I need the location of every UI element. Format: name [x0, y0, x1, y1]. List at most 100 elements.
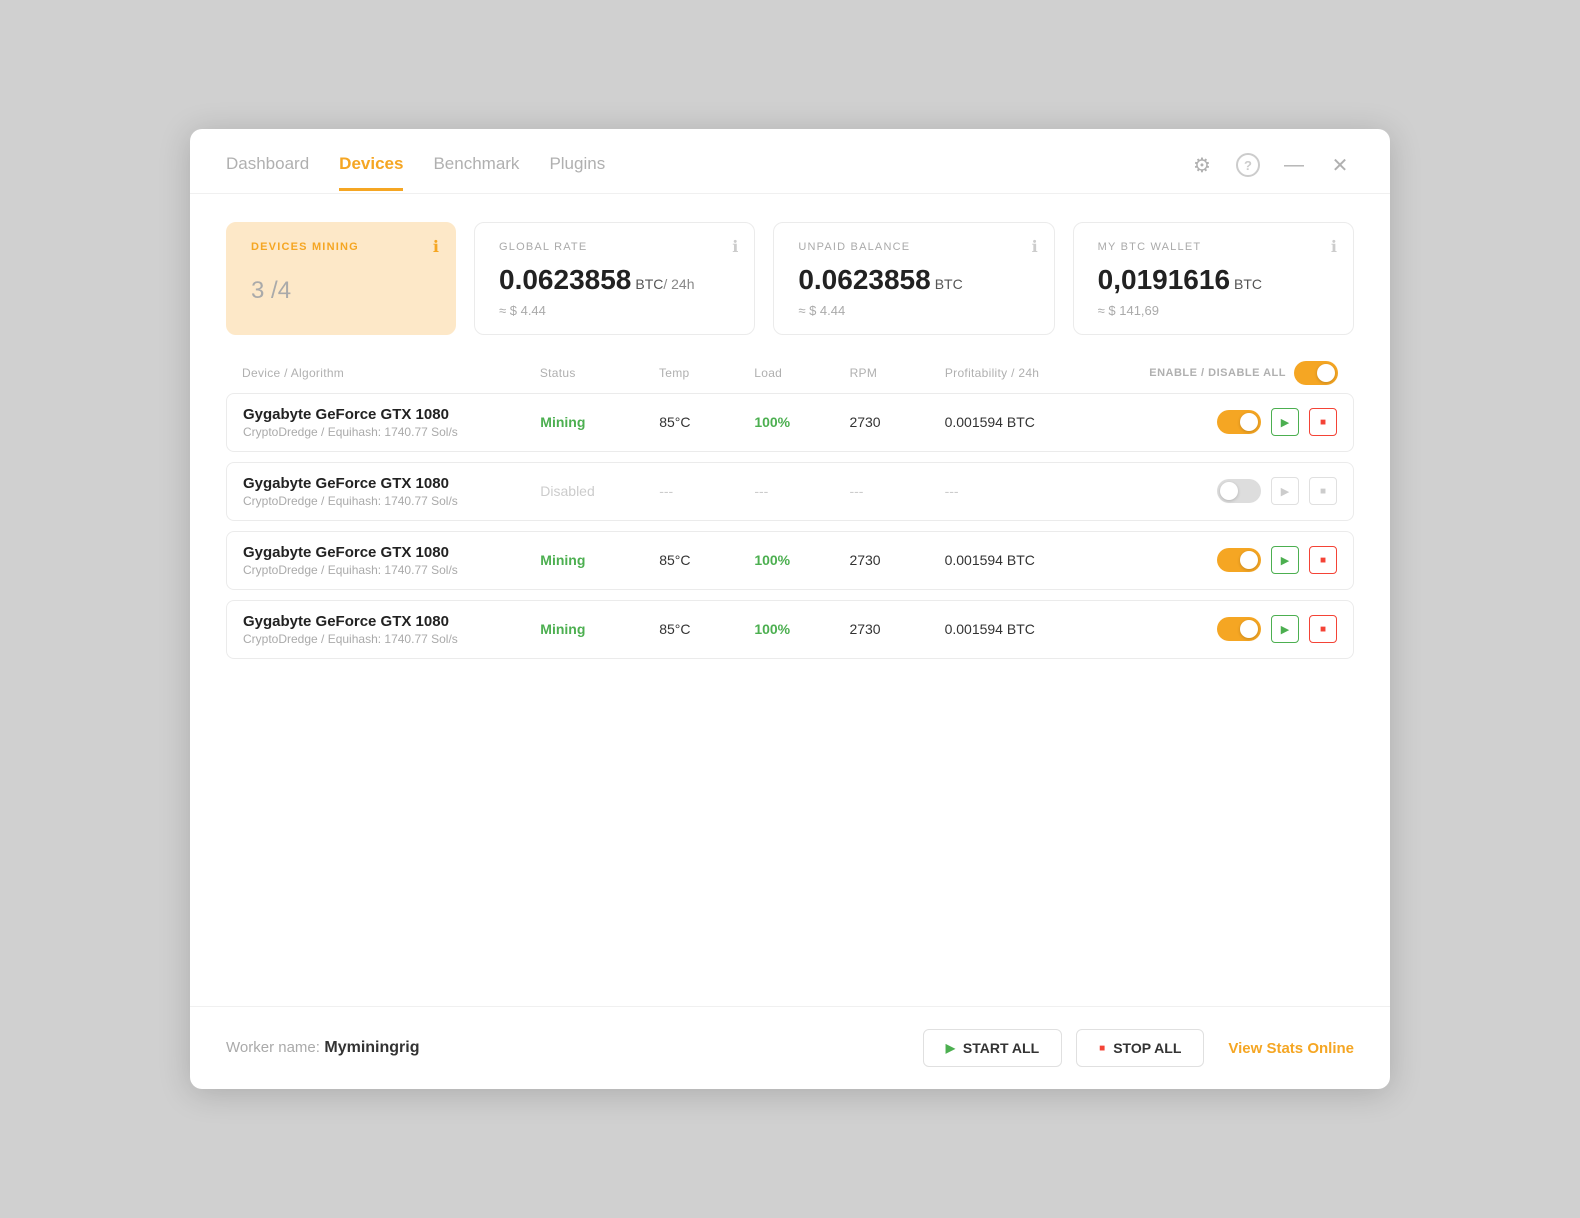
help-button[interactable]: ? — [1234, 151, 1262, 179]
stop-all-label: STOP ALL — [1113, 1040, 1181, 1056]
unpaid-balance-card: ℹ UNPAID BALANCE 0.0623858 BTC ≈ $ 4.44 — [773, 222, 1054, 335]
nav-bar: Dashboard Devices Benchmark Plugins ⚙ ? … — [190, 129, 1390, 194]
start-all-play-icon: ▶ — [946, 1041, 955, 1055]
minimize-icon: — — [1284, 154, 1304, 177]
device-algo-1: CryptoDredge / Equihash: 1740.77 Sol/s — [243, 425, 540, 439]
device-load-2: --- — [754, 483, 849, 499]
minimize-button[interactable]: — — [1280, 151, 1308, 179]
device-toggle-1[interactable] — [1217, 410, 1261, 434]
device-load-4: 100% — [754, 621, 849, 637]
view-stats-button[interactable]: View Stats Online — [1228, 1040, 1354, 1057]
device-rpm-4: 2730 — [849, 621, 944, 637]
tab-benchmark[interactable]: Benchmark — [433, 154, 519, 191]
btc-wallet-card: ℹ MY BTC WALLET 0,0191616BTC ≈ $ 141,69 — [1073, 222, 1354, 335]
btc-wallet-info-icon[interactable]: ℹ — [1331, 237, 1337, 257]
tab-devices[interactable]: Devices — [339, 154, 403, 191]
enable-all-label: ENABLE / DISABLE ALL — [1149, 367, 1286, 379]
unpaid-balance-info-icon[interactable]: ℹ — [1032, 237, 1038, 257]
device-controls-4: ▶ ■ — [1123, 615, 1337, 643]
device-algo-2: CryptoDredge / Equihash: 1740.77 Sol/s — [243, 494, 540, 508]
device-status-3: Mining — [540, 552, 659, 568]
device-toggle-4[interactable] — [1217, 617, 1261, 641]
table-row: Gygabyte GeForce GTX 1080 CryptoDredge /… — [226, 393, 1354, 452]
devices-mining-value: 3 /4 — [251, 263, 431, 305]
footer: Worker name: Myminingrig ▶ START ALL ■ S… — [190, 1006, 1390, 1089]
btc-wallet-value: 0,0191616BTC — [1098, 263, 1329, 297]
toggle-knob-3 — [1240, 551, 1258, 569]
stop-button-4[interactable]: ■ — [1309, 615, 1337, 643]
table-row: Gygabyte GeForce GTX 1080 CryptoDredge /… — [226, 531, 1354, 590]
global-rate-label: GLOBAL RATE — [499, 241, 730, 253]
device-algo-3: CryptoDredge / Equihash: 1740.77 Sol/s — [243, 563, 540, 577]
device-profit-4: 0.001594 BTC — [945, 621, 1123, 637]
worker-name: Myminingrig — [324, 1039, 419, 1056]
global-rate-sub: ≈ $ 4.44 — [499, 303, 730, 318]
view-stats-label: View Stats Online — [1228, 1040, 1354, 1057]
btc-wallet-sub: ≈ $ 141,69 — [1098, 303, 1329, 318]
stop-button-1[interactable]: ■ — [1309, 408, 1337, 436]
worker-info: Worker name: Myminingrig — [226, 1039, 419, 1057]
device-rpm-2: --- — [849, 483, 944, 499]
devices-mining-label: DEVICES MINING — [251, 241, 431, 253]
device-info-2: Gygabyte GeForce GTX 1080 CryptoDredge /… — [243, 475, 540, 508]
toggle-knob-2 — [1220, 482, 1238, 500]
device-profit-1: 0.001594 BTC — [945, 414, 1123, 430]
close-button[interactable]: ✕ — [1326, 151, 1354, 179]
device-temp-4: 85°C — [659, 621, 754, 637]
stop-button-3[interactable]: ■ — [1309, 546, 1337, 574]
unpaid-balance-value: 0.0623858 BTC — [798, 263, 1029, 297]
unpaid-balance-sub: ≈ $ 4.44 — [798, 303, 1029, 318]
device-toggle-3[interactable] — [1217, 548, 1261, 572]
device-rpm-3: 2730 — [849, 552, 944, 568]
device-status-4: Mining — [540, 621, 659, 637]
gear-icon: ⚙ — [1193, 153, 1211, 178]
device-info-4: Gygabyte GeForce GTX 1080 CryptoDredge /… — [243, 613, 540, 646]
help-icon: ? — [1236, 153, 1260, 177]
table-header: Device / Algorithm Status Temp Load RPM … — [226, 353, 1354, 393]
device-algo-4: CryptoDredge / Equihash: 1740.77 Sol/s — [243, 632, 540, 646]
start-all-label: START ALL — [963, 1040, 1039, 1056]
unpaid-balance-label: UNPAID BALANCE — [798, 241, 1029, 253]
stop-all-stop-icon: ■ — [1099, 1043, 1105, 1054]
stop-all-button[interactable]: ■ STOP ALL — [1076, 1029, 1204, 1067]
settings-button[interactable]: ⚙ — [1188, 151, 1216, 179]
enable-all-col: ENABLE / DISABLE ALL — [1124, 361, 1338, 385]
device-load-3: 100% — [754, 552, 849, 568]
devices-mining-card: ℹ DEVICES MINING 3 /4 — [226, 222, 456, 335]
device-profit-3: 0.001594 BTC — [945, 552, 1123, 568]
tab-plugins[interactable]: Plugins — [549, 154, 605, 191]
device-temp-1: 85°C — [659, 414, 754, 430]
tab-dashboard[interactable]: Dashboard — [226, 154, 309, 191]
play-button-3[interactable]: ▶ — [1271, 546, 1299, 574]
devices-mining-count: 3 — [251, 277, 264, 304]
devices-slash: / — [264, 277, 277, 304]
device-rpm-1: 2730 — [849, 414, 944, 430]
unpaid-balance-number: 0.0623858 — [798, 264, 930, 295]
nav-actions: ⚙ ? — ✕ — [1188, 151, 1354, 193]
col-header-device: Device / Algorithm — [242, 366, 540, 380]
device-load-1: 100% — [754, 414, 849, 430]
start-all-button[interactable]: ▶ START ALL — [923, 1029, 1062, 1067]
device-controls-1: ▶ ■ — [1123, 408, 1337, 436]
col-header-profit: Profitability / 24h — [945, 366, 1124, 380]
device-name-4: Gygabyte GeForce GTX 1080 — [243, 613, 540, 630]
device-temp-2: --- — [659, 483, 754, 499]
play-button-4[interactable]: ▶ — [1271, 615, 1299, 643]
device-info-3: Gygabyte GeForce GTX 1080 CryptoDredge /… — [243, 544, 540, 577]
global-rate-unit: BTC — [635, 276, 663, 292]
device-controls-2: ▶ ■ — [1123, 477, 1337, 505]
global-rate-info-icon[interactable]: ℹ — [732, 237, 738, 257]
global-toggle[interactable] — [1294, 361, 1338, 385]
play-button-2[interactable]: ▶ — [1271, 477, 1299, 505]
table-section: Device / Algorithm Status Temp Load RPM … — [190, 353, 1390, 1006]
stop-button-2[interactable]: ■ — [1309, 477, 1337, 505]
global-rate-number: 0.0623858 — [499, 264, 631, 295]
toggle-knob-1 — [1240, 413, 1258, 431]
toggle-knob-4 — [1240, 620, 1258, 638]
device-name-3: Gygabyte GeForce GTX 1080 — [243, 544, 540, 561]
play-button-1[interactable]: ▶ — [1271, 408, 1299, 436]
unpaid-balance-unit: BTC — [935, 276, 963, 292]
devices-info-icon[interactable]: ℹ — [433, 237, 439, 257]
col-header-rpm: RPM — [850, 366, 945, 380]
device-toggle-2[interactable] — [1217, 479, 1261, 503]
